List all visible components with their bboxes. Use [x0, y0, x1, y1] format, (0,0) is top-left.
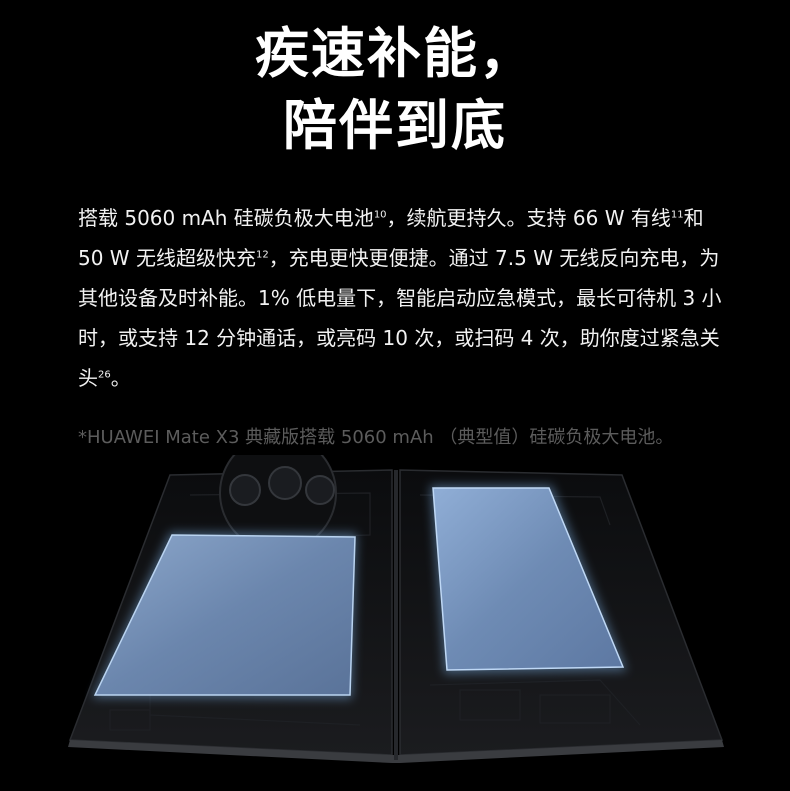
headline: 疾速补能， 陪伴到底	[0, 18, 790, 162]
foldable-phone-battery-illustration	[68, 455, 724, 763]
description-paragraph: 搭载 5060 mAh 硅碳负极大电池10，续航更持久。支持 66 W 有线11…	[78, 198, 728, 398]
footnote-ref-12: 12	[255, 249, 269, 261]
footnote-ref-11: 11	[670, 209, 684, 221]
description-text-2: ，续航更持久。支持 66 W 有线	[386, 206, 671, 230]
footnote-ref-26: 26	[98, 369, 111, 381]
headline-line-2: 陪伴到底	[283, 94, 507, 157]
description-text-1: 搭载 5060 mAh 硅碳负极大电池	[78, 206, 374, 230]
description-text-5: 。	[110, 366, 131, 390]
footnote-text: *HUAWEI Mate X3 典藏版搭载 5060 mAh （典型值）硅碳负极…	[78, 427, 674, 448]
headline-line-1: 疾速补能，	[255, 22, 535, 85]
footnote-ref-10: 10	[373, 209, 387, 221]
battery-left	[93, 534, 356, 696]
